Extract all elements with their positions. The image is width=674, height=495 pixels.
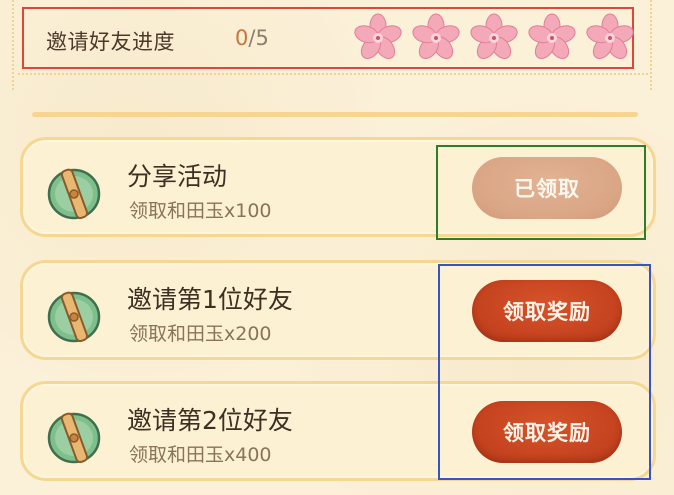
progress-count: 0/5 <box>235 26 269 50</box>
task-reward: 领取和田玉x400 <box>129 444 272 466</box>
annotation-box-blue <box>438 264 651 480</box>
progress-current: 0 <box>235 26 249 50</box>
flower-icon <box>412 13 460 59</box>
task-title: 邀请第2位好友 <box>127 406 293 435</box>
task-reward: 领取和田玉x200 <box>129 323 272 345</box>
page: 邀请好友进度 0/5 分享活动 领取和田玉x100 已领取 邀请第1位好友 领取… <box>0 0 674 495</box>
invite-progress-panel: 邀请好友进度 0/5 <box>22 7 634 69</box>
task-reward: 领取和田玉x100 <box>129 200 272 222</box>
task-title: 邀请第1位好友 <box>127 285 293 314</box>
decor-bar <box>32 112 638 117</box>
decor-dotted-divider <box>18 73 648 75</box>
jade-leaf-icon <box>47 168 101 220</box>
progress-flowers <box>352 13 636 63</box>
annotation-box-green <box>436 145 646 240</box>
flower-icon <box>354 13 402 59</box>
progress-label: 邀请好友进度 <box>46 30 175 54</box>
progress-total: /5 <box>248 26 269 50</box>
jade-leaf-icon <box>47 412 101 464</box>
task-title: 分享活动 <box>127 162 228 191</box>
jade-leaf-icon <box>47 291 101 343</box>
flower-icon <box>528 13 576 59</box>
flower-icon <box>586 13 634 59</box>
decor-dotted-line-right <box>650 0 652 90</box>
flower-icon <box>470 13 518 59</box>
decor-dotted-line-left <box>12 0 14 90</box>
